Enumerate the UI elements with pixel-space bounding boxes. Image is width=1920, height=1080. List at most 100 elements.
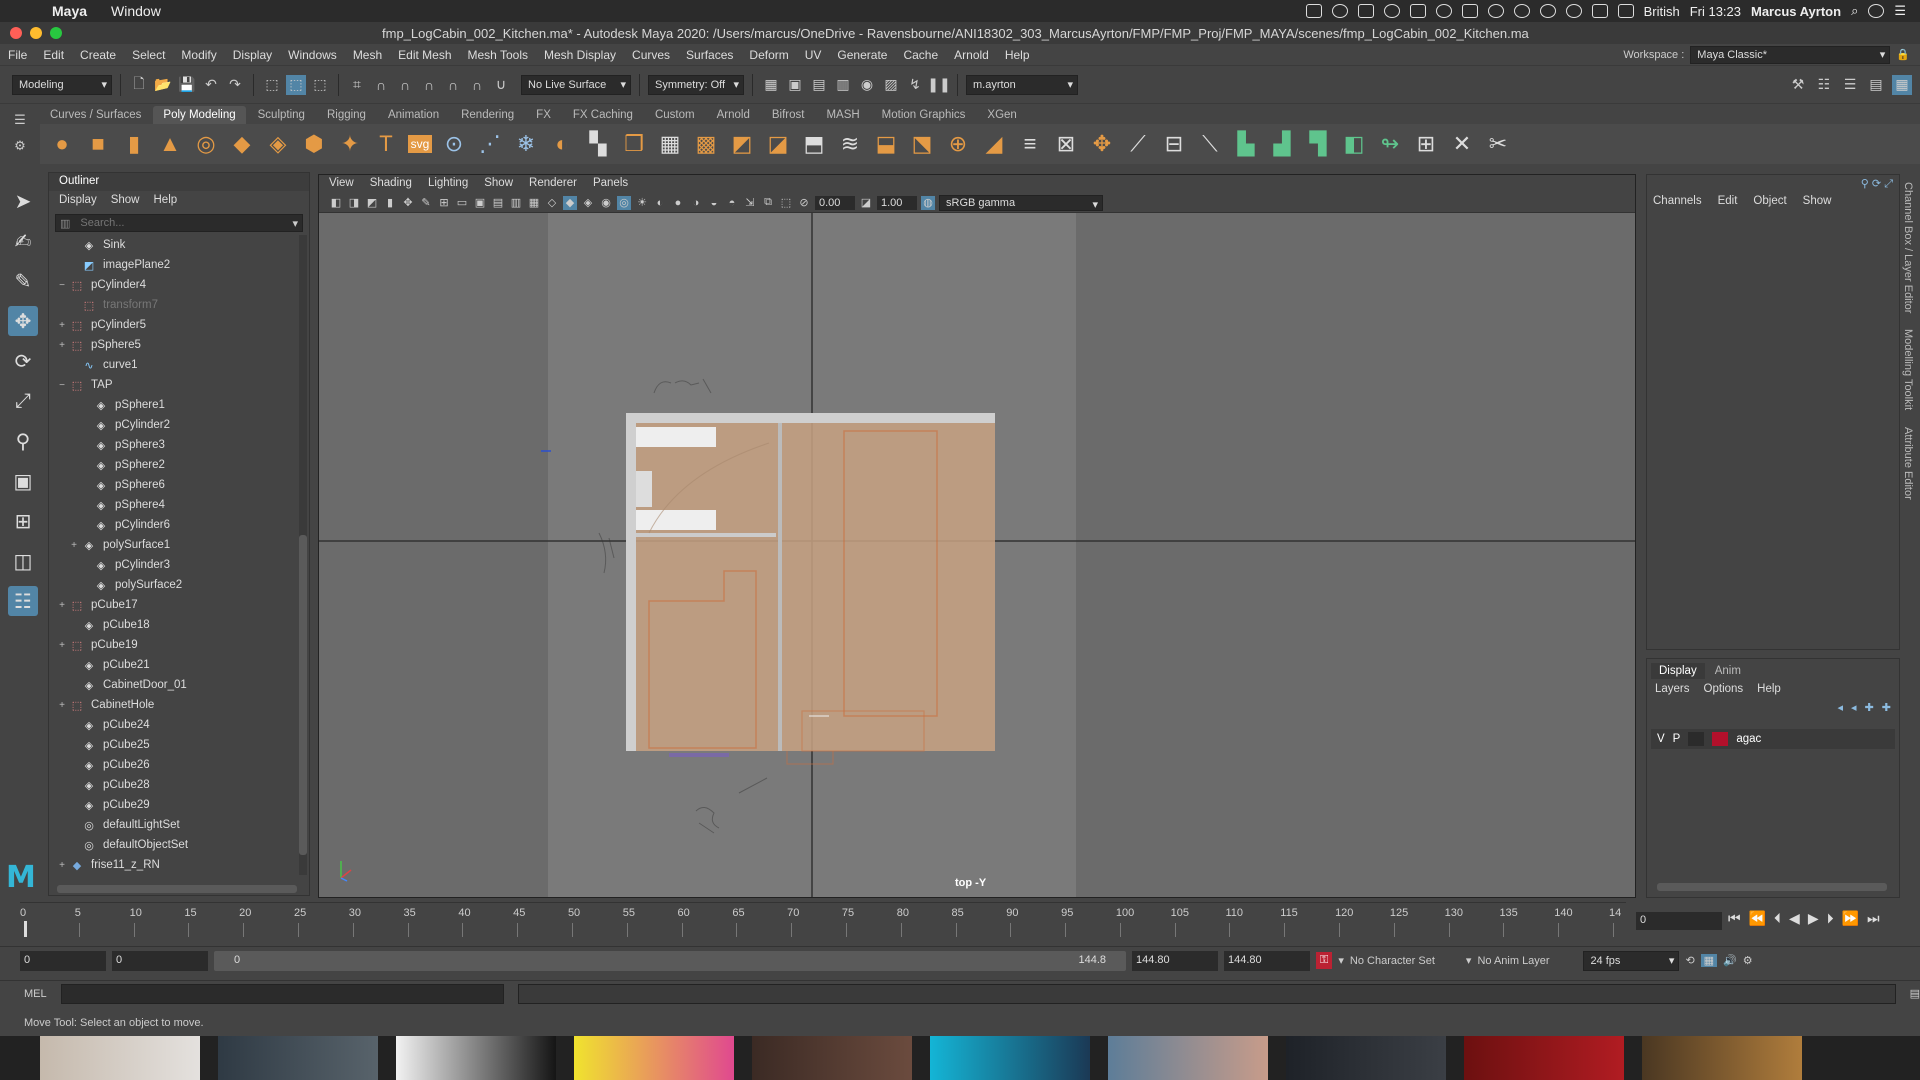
expand-icon[interactable]: +: [55, 640, 69, 651]
creative-cloud-icon[interactable]: [1331, 4, 1348, 18]
step-back-key-icon[interactable]: ⏪: [1749, 910, 1766, 927]
scene-start-field[interactable]: 0: [20, 950, 106, 971]
shelf-tab-rendering[interactable]: Rendering: [451, 106, 524, 124]
knife-icon[interactable]: ⟋: [1124, 130, 1152, 158]
smooth-icon[interactable]: ❒: [620, 130, 648, 158]
dock-thumbnail[interactable]: [396, 1036, 556, 1080]
clock[interactable]: Fri 13:23: [1690, 4, 1741, 19]
layer-editor-toggle-icon[interactable]: ▦: [1892, 74, 1912, 95]
shelf-tab-bifrost[interactable]: Bifrost: [762, 106, 815, 124]
kitchen-plan-image[interactable]: [626, 413, 995, 765]
viewport-menu-view[interactable]: View: [329, 177, 354, 191]
planar-map-icon[interactable]: ▟: [1268, 130, 1296, 158]
zoom-window-button[interactable]: [50, 27, 62, 39]
sphere-select-icon[interactable]: ⊙: [440, 130, 468, 158]
outliner-item[interactable]: ◈ pSphere1: [55, 395, 295, 415]
channel-menu-edit[interactable]: Edit: [1718, 195, 1738, 207]
outliner-item[interactable]: ◈ pCube28: [55, 775, 295, 795]
outliner-item[interactable]: ◈ pCylinder3: [55, 555, 295, 575]
select-object-icon[interactable]: ⬚: [286, 74, 306, 95]
shelf-tab-motion-graphics[interactable]: Motion Graphics: [872, 106, 976, 124]
scrollbar-thumb[interactable]: [299, 535, 307, 855]
go-to-start-icon[interactable]: ⏮: [1728, 910, 1741, 927]
shelf-tab-custom[interactable]: Custom: [645, 106, 705, 124]
smooth-shade-icon[interactable]: ◆: [563, 195, 577, 210]
layer-menu-help[interactable]: Help: [1757, 683, 1781, 695]
outliner-item[interactable]: − ⬚ pCylinder4: [55, 275, 295, 295]
scale-tool-icon[interactable]: ⤢: [8, 386, 38, 416]
pin-icon[interactable]: ⚲: [1861, 178, 1869, 190]
shelf-tab-sculpting[interactable]: Sculpting: [248, 106, 315, 124]
move-layer-up-icon[interactable]: ◂: [1838, 701, 1844, 714]
wedge-icon[interactable]: ◢: [980, 130, 1008, 158]
outliner-scrollbar[interactable]: [299, 235, 307, 875]
popout-icon[interactable]: ⤢: [1884, 178, 1893, 190]
outliner-item[interactable]: ◈ pSphere3: [55, 435, 295, 455]
play-forwards-icon[interactable]: ▶: [1808, 910, 1819, 927]
step-back-frame-icon[interactable]: ⏴: [1774, 910, 1781, 927]
spotlight-icon[interactable]: ⌕: [1851, 3, 1858, 19]
new-layer-selected-icon[interactable]: ✚: [1882, 701, 1891, 714]
outliner-item[interactable]: ◎ defaultLightSet: [55, 815, 295, 835]
svg-icon[interactable]: svg: [408, 135, 432, 153]
cloud-icon[interactable]: [1383, 4, 1400, 18]
outliner-item[interactable]: ◈ pCube26: [55, 755, 295, 775]
outliner-item[interactable]: ◈ pCube18: [55, 615, 295, 635]
keyboard-layout[interactable]: British: [1644, 4, 1680, 19]
auto-map-icon[interactable]: ↬: [1376, 130, 1404, 158]
viewport-menu-shading[interactable]: Shading: [370, 177, 412, 191]
menu-deform[interactable]: Deform: [741, 48, 796, 62]
outliner-item[interactable]: ◈ pCylinder2: [55, 415, 295, 435]
undo-icon[interactable]: ↶: [201, 75, 221, 95]
attribute-editor-toggle-icon[interactable]: ☷: [1814, 75, 1834, 95]
poly-cube-icon[interactable]: ■: [84, 130, 112, 158]
poly-sphere-icon[interactable]: ●: [48, 130, 76, 158]
range-bar[interactable]: 0 144.8: [214, 950, 1126, 971]
snap-surface-icon[interactable]: ∩: [467, 75, 487, 95]
outliner-item[interactable]: + ◈ polySurface1: [55, 535, 295, 555]
super-shape-icon[interactable]: ✦: [336, 130, 364, 158]
menu-mesh-tools[interactable]: Mesh Tools: [460, 48, 536, 62]
menu-edit-mesh[interactable]: Edit Mesh: [390, 48, 459, 62]
wireframe-on-shaded-icon[interactable]: ◈: [581, 196, 595, 210]
open-scene-icon[interactable]: 📂: [153, 75, 173, 95]
animation-preferences-icon[interactable]: ⚙: [1743, 954, 1753, 967]
kitchen-plan-plane[interactable]: [626, 413, 995, 751]
target-weld-icon[interactable]: ⋰: [476, 130, 504, 158]
render-settings-icon[interactable]: ▥: [833, 75, 853, 95]
unfold-icon[interactable]: ✕: [1448, 130, 1476, 158]
cylindrical-map-icon[interactable]: ▜: [1304, 130, 1332, 158]
auto-key-icon[interactable]: ⚿: [1316, 952, 1333, 969]
motion-blur-icon[interactable]: ◑: [689, 196, 703, 210]
layer-name[interactable]: agac: [1736, 733, 1761, 745]
xray-joints-icon[interactable]: ⧉: [761, 196, 775, 210]
shelf-menu-icon[interactable]: ☰: [0, 112, 40, 128]
dock-thumbnail[interactable]: [1642, 1036, 1802, 1080]
dock-thumbnail[interactable]: [218, 1036, 378, 1080]
expand-icon[interactable]: +: [55, 700, 69, 711]
modeling-toolkit-toggle-icon[interactable]: ⚒: [1788, 75, 1808, 95]
menu-mesh-display[interactable]: Mesh Display: [536, 48, 624, 62]
layer-tab-display[interactable]: Display: [1651, 663, 1705, 679]
notification-center-icon[interactable]: ☰: [1894, 3, 1906, 19]
resolution-gate-icon[interactable]: ▣: [473, 196, 487, 210]
outliner-item[interactable]: ◈ polySurface2: [55, 575, 295, 595]
viewport-menu-lighting[interactable]: Lighting: [428, 177, 468, 191]
multi-cut-icon[interactable]: ≡: [1016, 130, 1044, 158]
bevel-icon[interactable]: ≋: [836, 130, 864, 158]
outliner-item[interactable]: ◈ pCube21: [55, 655, 295, 675]
color-management-icon[interactable]: ◍: [921, 195, 935, 210]
wifi-icon[interactable]: [1565, 4, 1582, 18]
menu-mesh[interactable]: Mesh: [345, 48, 390, 62]
expand-icon[interactable]: +: [55, 600, 69, 611]
bridge-icon[interactable]: ▩: [692, 130, 720, 158]
outliner-item[interactable]: ◈ pCube29: [55, 795, 295, 815]
menu-uv[interactable]: UV: [797, 48, 830, 62]
dock-thumbnail[interactable]: [40, 1036, 200, 1080]
layer-row[interactable]: V P agac: [1651, 729, 1895, 749]
poly-plane-icon[interactable]: ◆: [228, 130, 256, 158]
app-menu[interactable]: Maya: [40, 3, 99, 19]
menu-windows[interactable]: Windows: [280, 48, 345, 62]
volume-icon[interactable]: [1591, 4, 1608, 18]
target-weld-tool-icon[interactable]: ⊠: [1052, 130, 1080, 158]
